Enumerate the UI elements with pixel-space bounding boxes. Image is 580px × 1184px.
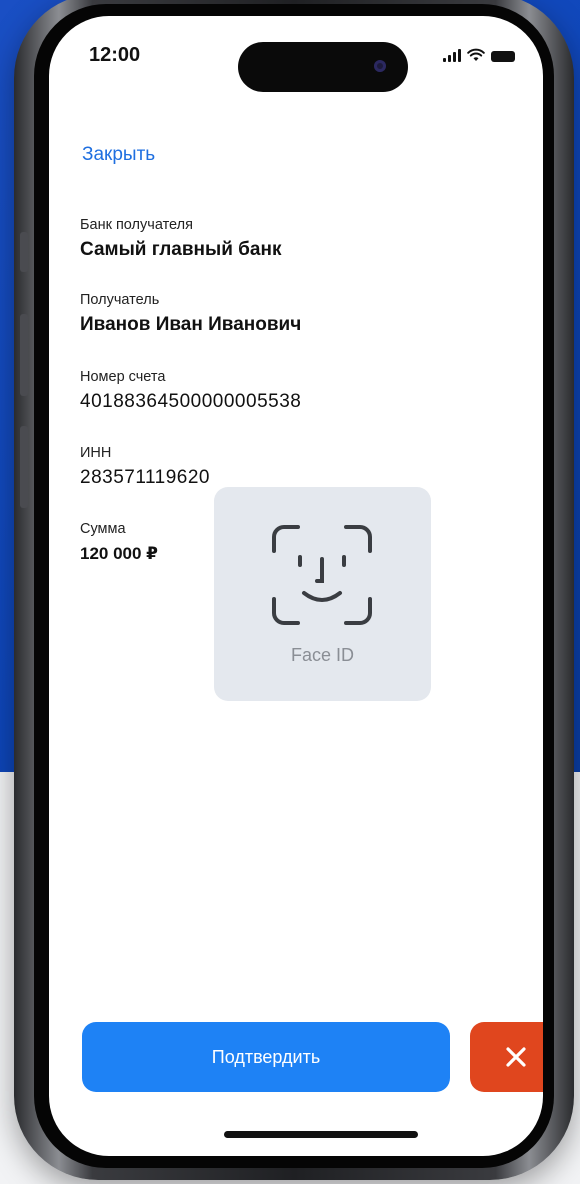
signal-icon [443, 49, 461, 62]
field-value: 283571119620 [80, 467, 210, 488]
field-label: Получатель [80, 292, 160, 308]
field-label: Банк получателя [80, 217, 193, 233]
confirm-button-label: Подтвердить [211, 1046, 321, 1067]
camera-icon [374, 60, 386, 72]
close-icon [506, 1047, 526, 1067]
field-label: ИНН [80, 445, 112, 461]
recipient-field: Получатель Иванов Иван Иванович [80, 291, 301, 337]
account-number-field: Номер счета 40188364500000005538 [80, 368, 301, 414]
field-label: Сумма [80, 521, 126, 537]
wifi-icon [467, 48, 485, 61]
cancel-button[interactable] [470, 1022, 543, 1092]
face-id-label: Face ID [290, 645, 355, 665]
dynamic-island [238, 42, 408, 92]
battery-icon [491, 51, 515, 62]
field-value: 40188364500000005538 [80, 391, 302, 412]
status-icons [443, 48, 515, 62]
volume-down-button [20, 426, 28, 508]
confirm-button[interactable]: Подтвердить [82, 1022, 450, 1092]
field-value: 120 000 ₽ [80, 544, 159, 563]
face-id-icon [272, 525, 372, 625]
field-value: Иванов Иван Иванович [80, 314, 302, 335]
home-indicator [224, 1131, 418, 1138]
volume-up-button [20, 314, 28, 396]
inn-field: ИНН 283571119620 [80, 444, 210, 490]
close-link[interactable]: Закрыть [82, 144, 155, 166]
phone-frame: 12:00 Закрыть Банк получателя Самый глав… [14, 0, 574, 1180]
recipient-bank-field: Банк получателя Самый главный банк [80, 216, 281, 262]
amount-field: Сумма 120 000 ₽ [80, 520, 158, 566]
face-id-overlay: Face ID [214, 487, 431, 701]
screen: 12:00 Закрыть Банк получателя Самый глав… [49, 16, 543, 1156]
status-time: 12:00 [89, 44, 141, 66]
field-value: Самый главный банк [80, 239, 282, 260]
mute-switch [20, 232, 28, 272]
field-label: Номер счета [80, 369, 166, 385]
